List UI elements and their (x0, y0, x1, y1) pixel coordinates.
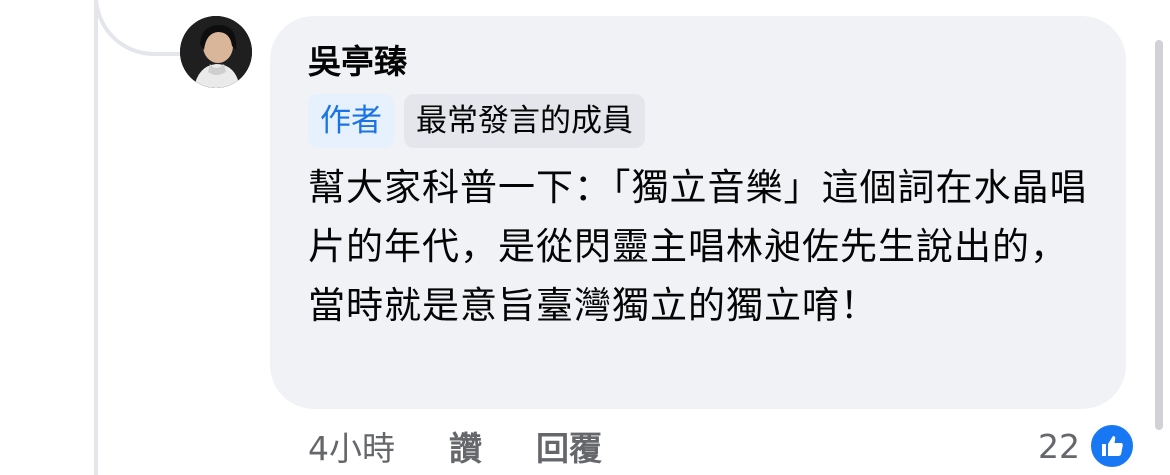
thread-connector-line (94, 0, 98, 475)
author-badge: 作者 (308, 94, 394, 148)
reaction-summary[interactable]: 22 (1038, 420, 1136, 472)
top-contributor-badge: 最常發言的成員 (404, 94, 645, 148)
thumbs-up-icon (1088, 422, 1136, 470)
comment-bubble: 吳亭臻 作者 最常發言的成員 幫大家科普一下：「獨立音樂」這個詞在水晶唱片的年代… (270, 16, 1126, 409)
author-name[interactable]: 吳亭臻 (308, 40, 407, 84)
avatar[interactable] (180, 16, 252, 88)
reply-button[interactable]: 回覆 (536, 422, 602, 470)
avatar-image (180, 16, 252, 88)
scrollbar[interactable] (1155, 40, 1163, 430)
author-badges: 作者 最常發言的成員 (308, 94, 645, 148)
comment-timestamp[interactable]: 4小時 (308, 422, 395, 470)
thread-connector-curve (94, 0, 184, 56)
like-button[interactable]: 讚 (449, 422, 482, 470)
comment-text: 幫大家科普一下：「獨立音樂」這個詞在水晶唱片的年代，是從閃靈主唱林昶佐先生說出的… (308, 166, 1088, 327)
comment-actions: 4小時 讚 回覆 (308, 420, 602, 472)
reaction-count: 22 (1038, 426, 1080, 466)
